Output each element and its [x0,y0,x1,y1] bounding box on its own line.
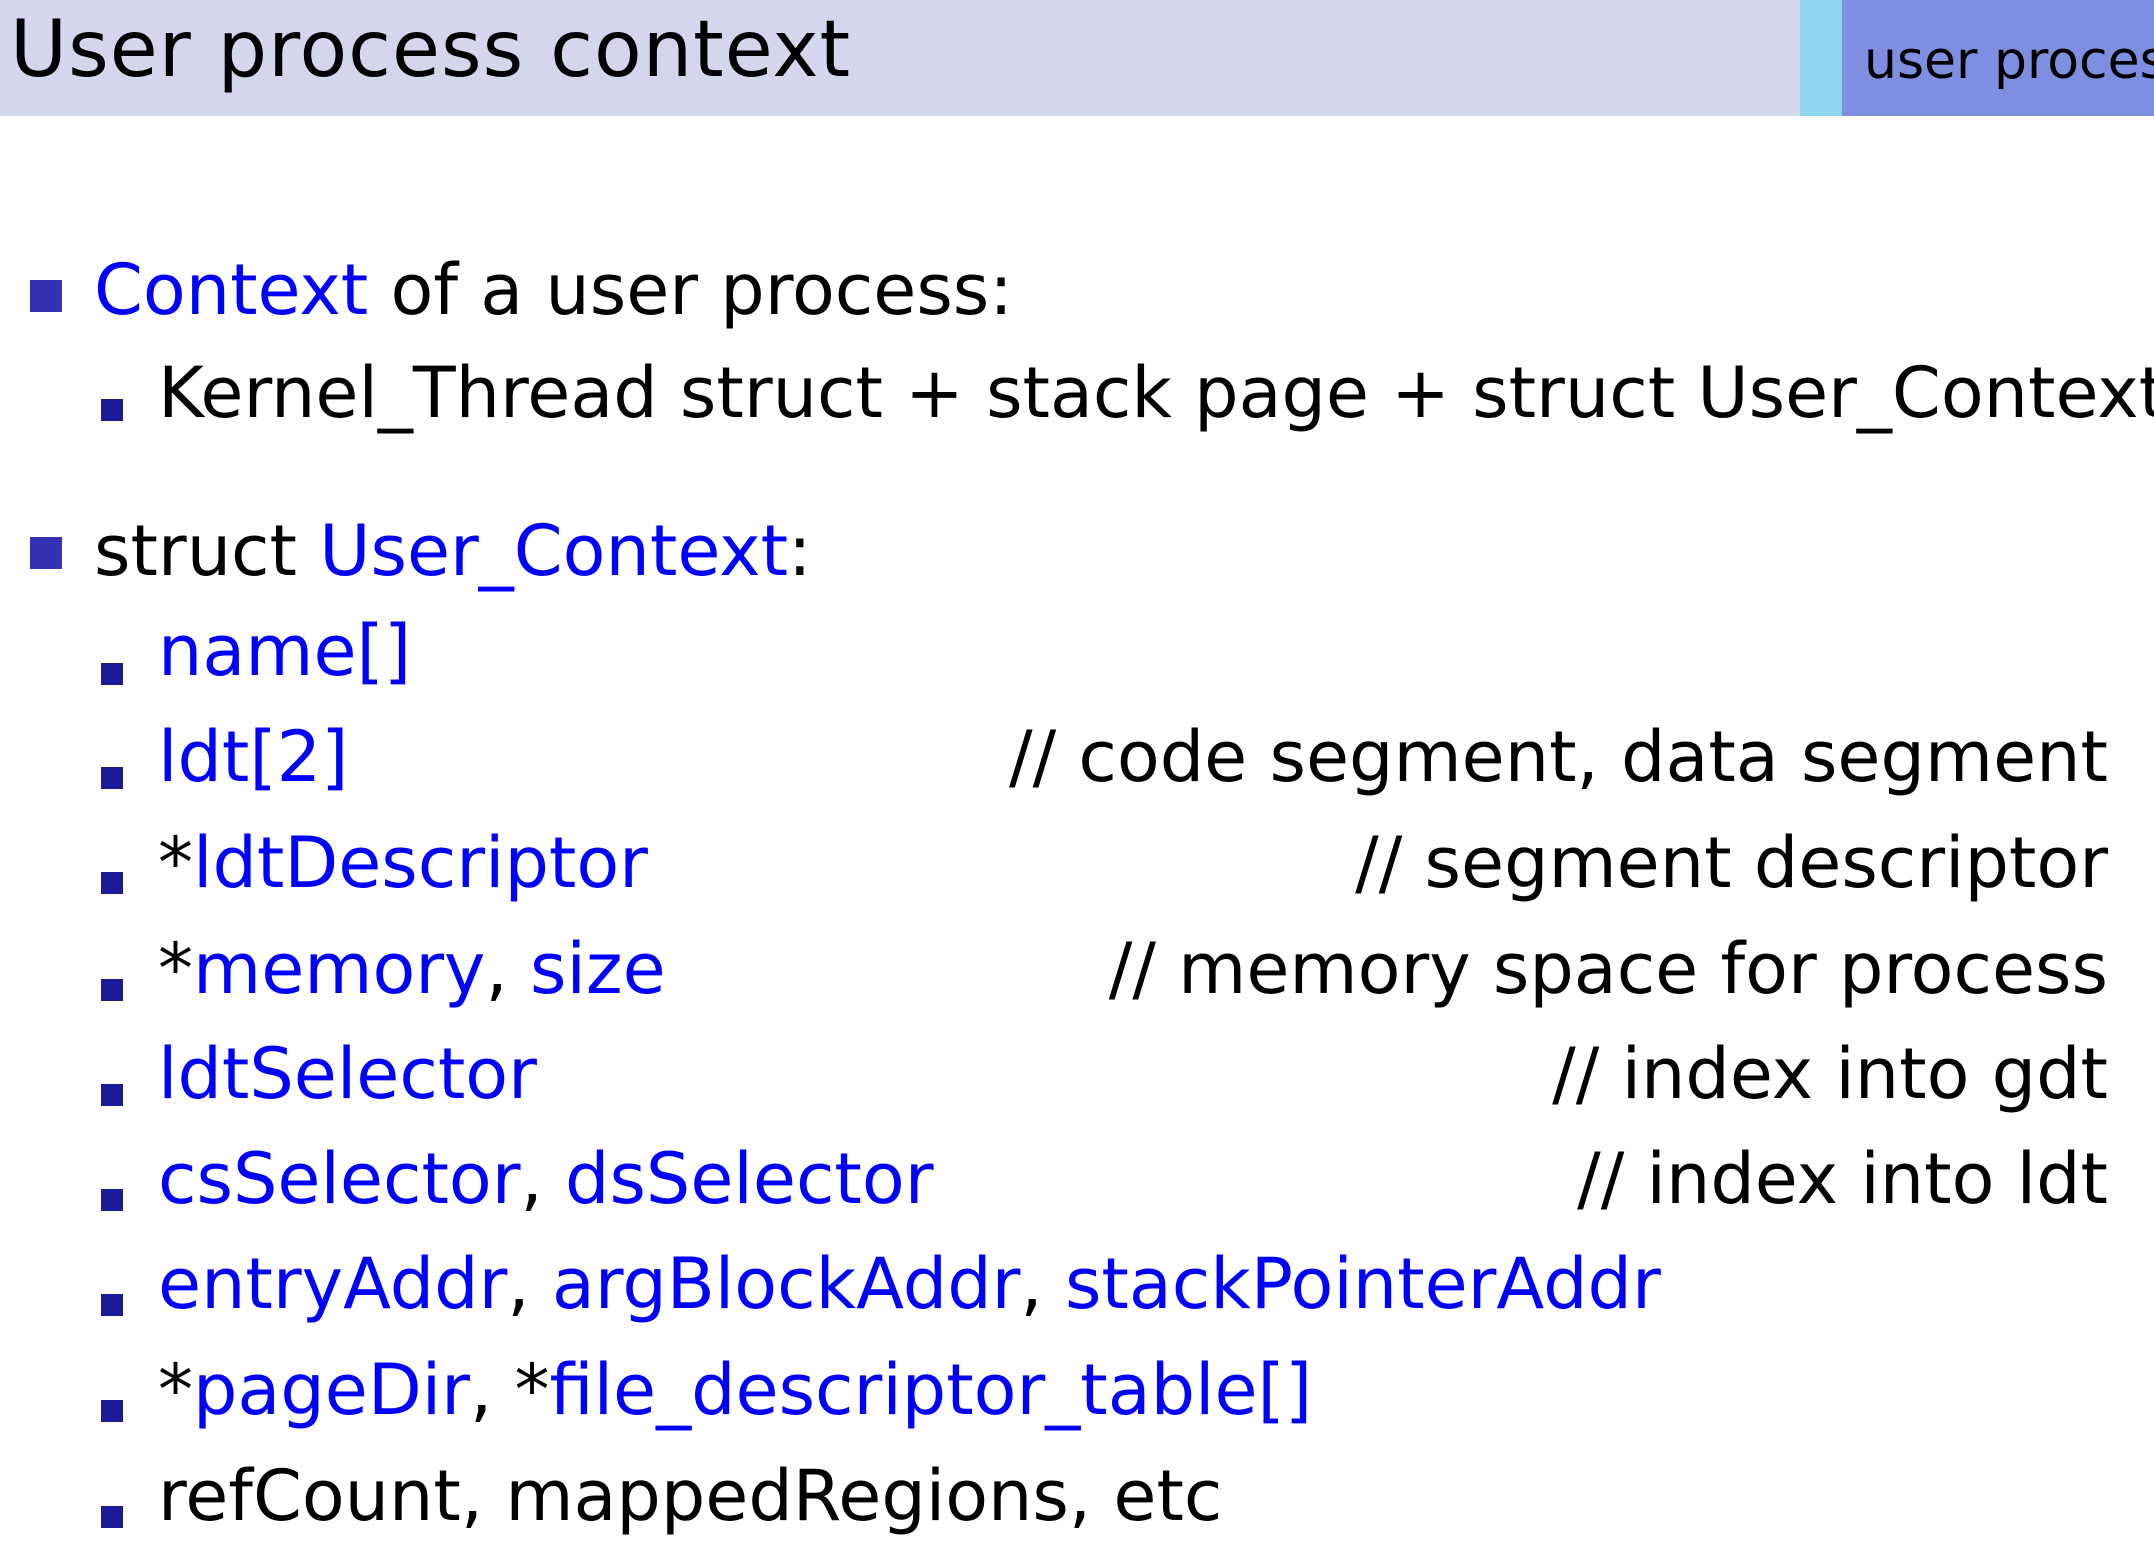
pointer-star: * [158,822,193,904]
field-ldt-selector-comment: // index into gdt [1552,1033,2108,1115]
separator: , [1020,1243,1065,1325]
bullet-suffix: : [788,510,812,592]
field-ldt-descriptor-comment: // segment descriptor [1355,822,2108,904]
section-tab: user process [1842,0,2154,116]
keyword-context: Context [94,249,369,331]
field-identifier: stackPointerAddr [1064,1243,1661,1325]
slide-title: User process context [10,5,852,95]
field-identifier: csSelector [158,1138,521,1220]
field-identifier: dsSelector [565,1138,934,1220]
field-cs-ds-selector: csSelector, dsSelector [158,1124,934,1234]
section-label: user process [1864,31,2154,91]
bullet-prefix: struct [94,510,320,592]
field-refcount-etc: refCount, mappedRegions, etc [158,1455,1223,1537]
bullet-context: Context of a user process: [94,235,1013,345]
field-identifier: size [530,928,666,1010]
separator: , [507,1243,552,1325]
sub-bullet-square [101,1506,123,1528]
sub-bullet-square [101,399,123,421]
field-identifier: file_descriptor_table[] [549,1349,1313,1431]
sub-bullet-square [101,1400,123,1422]
field-identifier: ldtDescriptor [193,822,648,904]
separator: , [485,928,530,1010]
sub-bullet-square [101,1294,123,1316]
bullet-square [30,537,62,569]
field-memory-comment: // memory space for process [1108,928,2108,1010]
field-addresses: entryAddr, argBlockAddr, stackPointerAdd… [158,1229,1661,1339]
pointer-star: * [158,928,193,1010]
field-ldt-comment: // code segment, data segment [1009,716,2108,798]
field-identifier: ldt[2] [158,716,349,798]
sub-bullet-square [101,872,123,894]
field-pagedir-fdt: *pageDir, *file_descriptor_table[] [158,1335,1312,1445]
bullet-text: of a user process: [368,249,1013,331]
field-identifier: pageDir [193,1349,470,1431]
field-identifier: argBlockAddr [551,1243,1021,1325]
field-identifier: memory [193,928,486,1010]
keyword-user-context: User_Context [319,510,789,592]
field-identifier: name[] [158,610,412,692]
sub-bullet-square [101,1189,123,1211]
bullet-struct-user-context: struct User_Context: [94,496,812,606]
field-memory-size: *memory, size [158,914,666,1024]
field-identifier: ldtSelector [158,1033,537,1115]
field-ldt-descriptor: *ldtDescriptor [158,808,648,918]
field-identifier: entryAddr [158,1243,508,1325]
field-ldt: ldt[2] [158,702,348,812]
sub-bullet-square [101,767,123,789]
field-cs-ds-selector-comment: // index into ldt [1577,1138,2108,1220]
bullet-square [30,280,62,312]
field-ldt-selector: ldtSelector [158,1019,537,1129]
sub-bullet-square [101,979,123,1001]
field-name: name[] [158,596,411,706]
sub-bullet-kernel-thread: Kernel_Thread struct + stack page + stru… [158,352,2154,434]
header-accent-strip [1800,0,1842,116]
separator: , [520,1138,566,1220]
sub-bullet-square [101,663,123,685]
pointer-star: * [158,1349,193,1431]
separator: , * [469,1349,550,1431]
slide-header: User process context user process [0,0,2154,116]
sub-bullet-square [101,1084,123,1106]
